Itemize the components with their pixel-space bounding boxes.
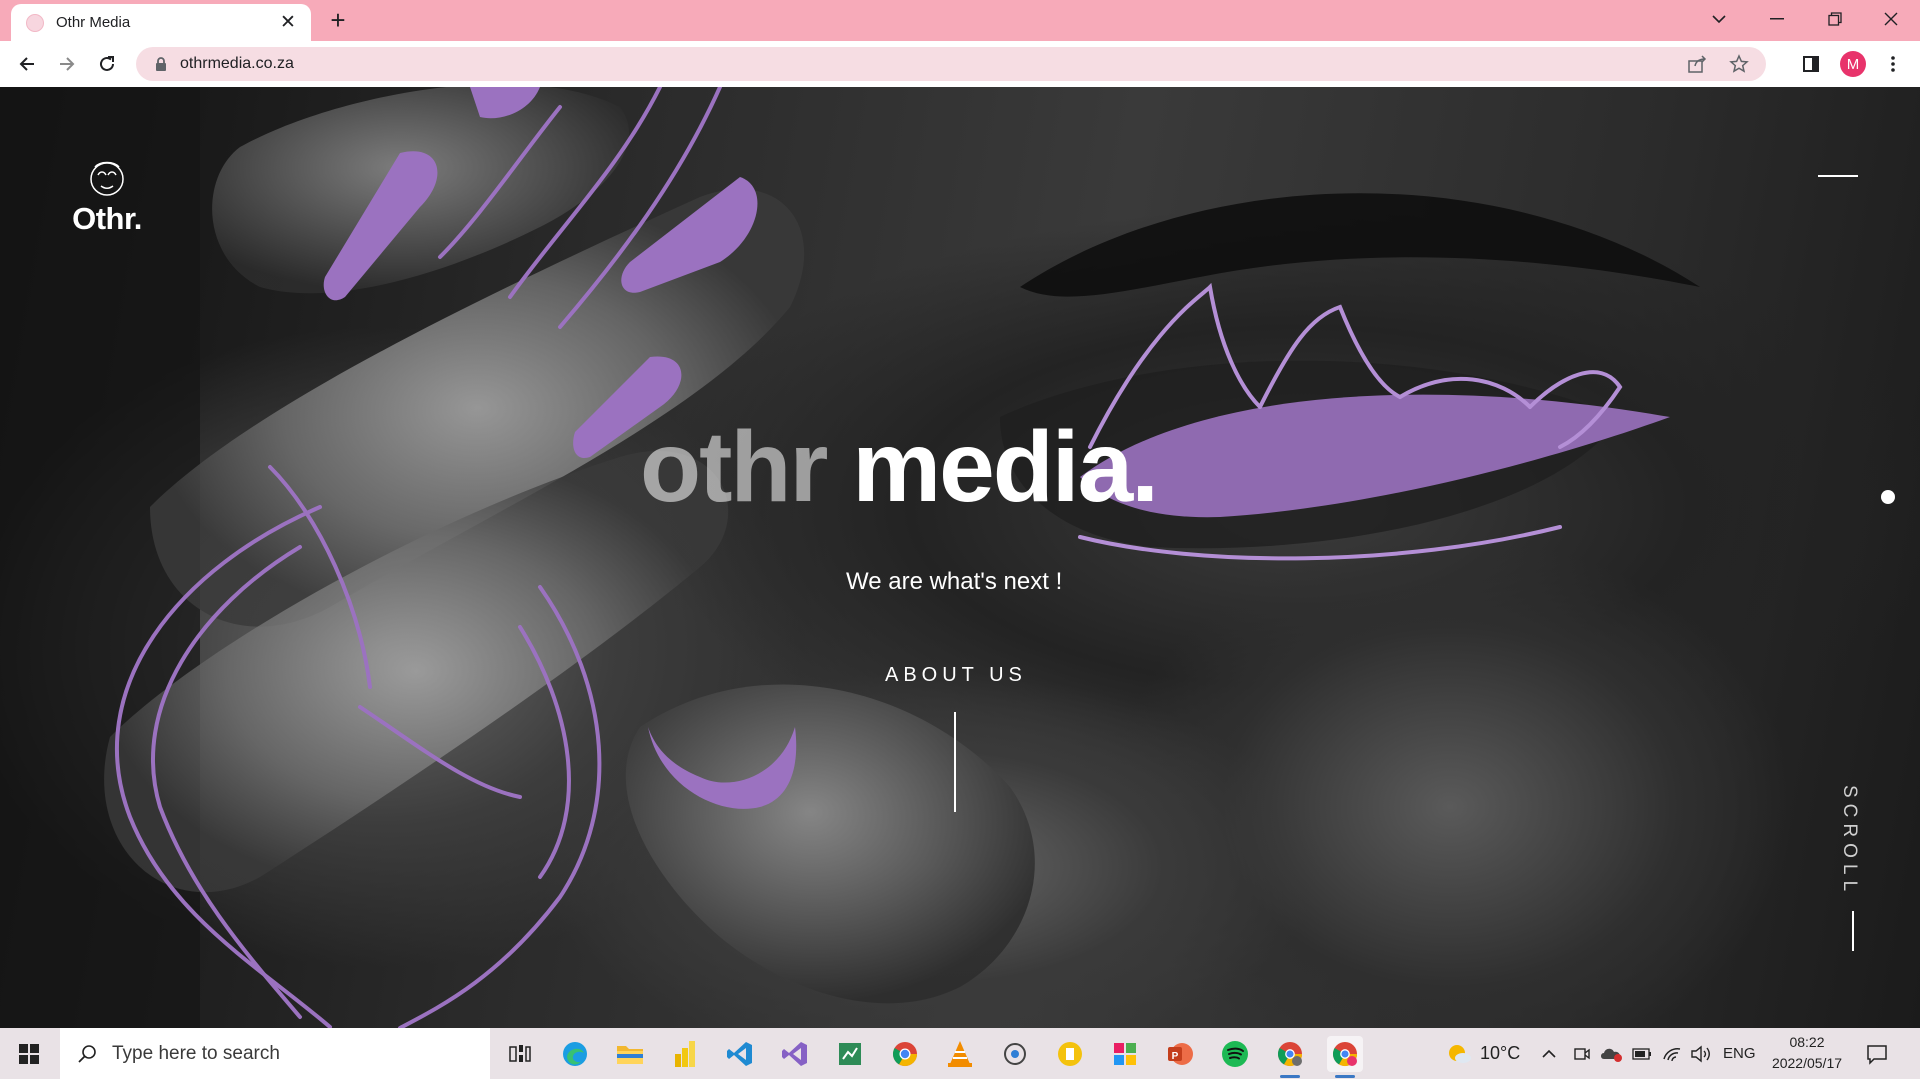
hero-headline: othr media. [640,417,1159,517]
powerpoint-icon[interactable]: P [1162,1036,1198,1072]
back-button[interactable] [12,49,42,79]
new-tab-button[interactable]: + [324,5,352,35]
scroll-indicator-line [1852,911,1854,951]
hero-section: Othr. othr media. We are what's next ! A… [0,87,1920,1028]
lock-icon[interactable] [150,53,172,75]
forward-button[interactable] [52,49,82,79]
clock-time: 08:22 [1789,1034,1825,1050]
weather-sun-icon [1449,1044,1471,1063]
eyebrow-shape [1020,193,1700,297]
scroll-label: SCROLL [1839,785,1860,898]
wifi-icon[interactable] [1662,1028,1682,1079]
chrome-active-window-icon[interactable] [1327,1036,1363,1078]
taskbar-clock[interactable]: 08:22 2022/05/17 [1757,1032,1857,1074]
edge-browser-icon[interactable] [557,1036,593,1072]
reload-button[interactable] [92,49,122,79]
side-panel-icon[interactable] [1796,49,1826,79]
cortana-icon[interactable] [997,1036,1033,1072]
tab-title: Othr Media [56,14,131,31]
chrome-icon[interactable] [887,1036,923,1072]
bookmark-star-icon[interactable] [1724,49,1754,79]
share-icon[interactable] [1682,49,1712,79]
site-logo[interactable]: Othr. [62,159,152,237]
browser-toolbar: othrmedia.co.za M [0,41,1920,87]
visual-studio-icon[interactable] [777,1036,813,1072]
site-favicon-icon [26,13,44,32]
headline-word-othr: othr [640,411,828,523]
weather-widget[interactable]: 10°C [1446,1028,1520,1079]
vlc-icon[interactable] [942,1036,978,1072]
restore-button[interactable] [1806,0,1864,38]
svg-text:P: P [1172,1051,1179,1062]
windows-start-button[interactable] [0,1028,58,1079]
tab-strip: Othr Media ✕ + [0,0,1920,41]
slide-indicator-dot[interactable] [1881,490,1895,504]
hamburger-menu-icon[interactable] [1818,175,1858,177]
logo-text: Othr. [72,201,142,236]
screen: Othr Media ✕ + othrmedia.co.za M Othr. o… [0,0,1920,1079]
nose-shape [625,684,1035,1004]
meet-now-icon[interactable] [1573,1028,1591,1079]
clock-date: 2022/05/17 [1771,1055,1843,1071]
logo-face-icon [90,161,124,196]
about-us-link[interactable]: ABOUT US [885,664,1027,687]
hero-tagline: We are what's next ! [846,568,1063,595]
chrome-profile-icon[interactable] [1272,1036,1308,1078]
windows-taskbar: Type here to search P 10°C ENG 08:22 202… [0,1028,1920,1079]
url-text: othrmedia.co.za [180,55,294,72]
input-language[interactable]: ENG [1723,1028,1756,1079]
photos-app-icon[interactable] [1107,1036,1143,1072]
keep-notes-icon[interactable] [1052,1036,1088,1072]
volume-icon[interactable] [1690,1028,1712,1079]
search-icon [76,1043,98,1065]
spotify-icon[interactable] [1217,1036,1253,1072]
file-explorer-icon[interactable] [612,1036,648,1072]
hero-artwork [0,87,1700,1028]
spreadsheet-app-icon[interactable] [832,1036,868,1072]
headline-word-media: media. [852,411,1159,523]
address-bar[interactable]: othrmedia.co.za [136,47,1766,81]
minimize-button[interactable] [1748,0,1806,38]
search-placeholder: Type here to search [112,1042,280,1064]
about-divider-line [954,712,956,812]
vs-code-icon[interactable] [722,1036,758,1072]
browser-menu-icon[interactable] [1878,49,1908,79]
weather-temperature: 10°C [1480,1043,1521,1063]
task-view-icon[interactable] [502,1036,538,1072]
onedrive-error-icon[interactable] [1600,1028,1624,1079]
close-tab-icon[interactable]: ✕ [275,10,301,36]
power-bi-icon[interactable] [667,1036,703,1072]
tab-search-icon[interactable] [1690,0,1748,38]
profile-avatar[interactable]: M [1838,49,1868,79]
battery-icon[interactable] [1632,1028,1652,1079]
show-hidden-icons-chevron-icon[interactable] [1541,1028,1557,1079]
close-window-button[interactable] [1862,0,1920,38]
notification-center-icon[interactable] [1866,1028,1888,1079]
taskbar-search-box[interactable]: Type here to search [60,1028,490,1079]
browser-tab[interactable]: Othr Media ✕ [11,4,311,41]
